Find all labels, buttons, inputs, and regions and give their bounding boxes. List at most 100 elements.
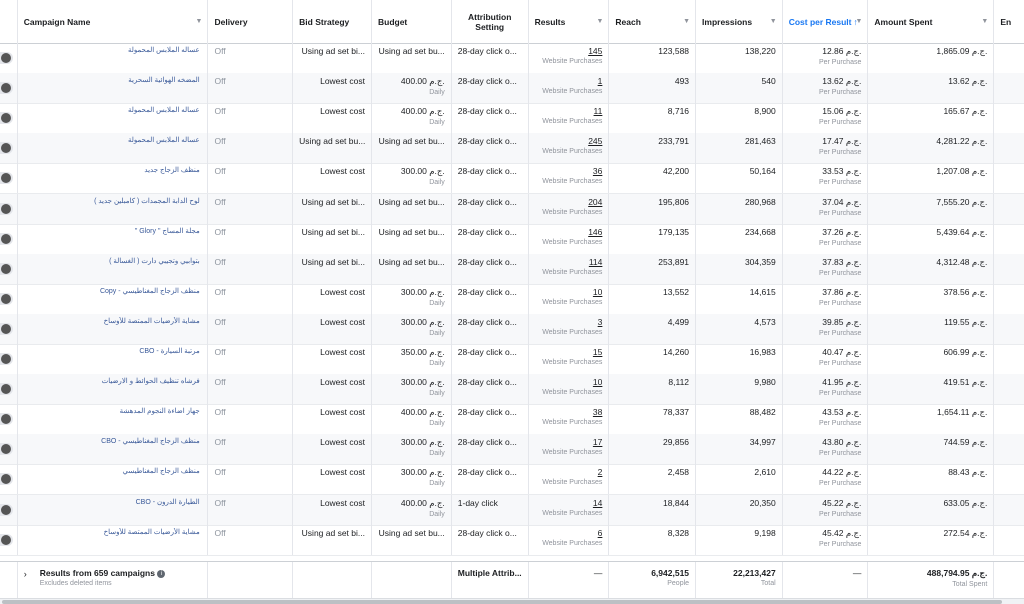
- campaign-name-link[interactable]: بتوابيي وتجيبي دارت ( الغسالة ): [24, 257, 200, 265]
- column-header-extra[interactable]: En: [994, 0, 1024, 43]
- bid-strategy-cell: Using ad set bi...: [293, 43, 372, 73]
- chevron-down-icon[interactable]: ▼: [981, 18, 988, 25]
- cost-per-result-value: 45.42 ج.م.: [822, 527, 862, 538]
- results-value[interactable]: 245: [588, 136, 602, 146]
- results-unit: Website Purchases: [542, 359, 603, 366]
- campaign-toggle[interactable]: [0, 413, 13, 426]
- campaign-name-link[interactable]: عساله الملابس المحمولة: [24, 46, 200, 54]
- column-header-reach[interactable]: Reach ▼: [609, 0, 697, 43]
- campaign-toggle[interactable]: [0, 112, 13, 125]
- column-header-bid-strategy[interactable]: Bid Strategy: [293, 0, 372, 43]
- table-row[interactable]: مشاية الأرضيات الممتصة للأوساخ Off Using a…: [0, 524, 1024, 556]
- campaign-toggle[interactable]: [0, 322, 13, 335]
- table-row[interactable]: منظف الزجاج المغناطيسي - CBO Off Lowest co…: [0, 434, 1024, 466]
- table-row[interactable]: منظف الزجاج المغناطيسي Off Lowest cost 300.…: [0, 464, 1024, 496]
- campaign-name-link[interactable]: الطيارة الدرون - CBO: [24, 498, 200, 506]
- results-value[interactable]: 114: [589, 257, 603, 267]
- chevron-down-icon[interactable]: ▼: [770, 18, 777, 25]
- campaign-toggle[interactable]: [0, 503, 13, 516]
- campaign-name-link[interactable]: مشاية الأرضيات الممتصة للأوساخ: [24, 528, 200, 536]
- table-row[interactable]: عساله الملابس المحمولة Off Using ad set bu…: [0, 133, 1024, 165]
- campaign-toggle[interactable]: [0, 232, 13, 245]
- table-row[interactable]: مجلة المساج " Glory " Off Using ad set bi.…: [0, 223, 1024, 255]
- horizontal-scrollbar[interactable]: [0, 598, 1024, 604]
- column-header-cost-per-result[interactable]: Cost per Result ↑ ▼: [783, 0, 869, 43]
- table-row[interactable]: الطيارة الدرون - CBO Off Lowest cost 400.00…: [0, 494, 1024, 526]
- campaign-toggle[interactable]: [0, 52, 13, 64]
- campaign-toggle[interactable]: [0, 142, 13, 155]
- scrollbar-thumb[interactable]: [2, 600, 1002, 604]
- results-value[interactable]: 6: [598, 528, 603, 538]
- campaign-name-link[interactable]: عساله الملابس المحمولة: [24, 136, 200, 144]
- campaign-toggle[interactable]: [0, 533, 13, 546]
- column-header-campaign-name[interactable]: Campaign Name ▼: [18, 0, 209, 43]
- campaign-toggle[interactable]: [0, 172, 13, 185]
- campaign-toggle[interactable]: [0, 443, 13, 456]
- column-header-results[interactable]: Results ▼: [529, 0, 610, 43]
- chevron-down-icon[interactable]: ▼: [596, 18, 603, 25]
- results-value[interactable]: 2: [598, 467, 603, 477]
- reach-cell: 2,458: [609, 464, 697, 495]
- results-value[interactable]: 10: [593, 377, 602, 387]
- campaign-name-link[interactable]: لوح الدابة المجمدات ( كامبلين جديد ): [24, 197, 200, 205]
- campaign-name-link[interactable]: عساله الملابس المحمولة: [24, 106, 200, 114]
- budget-value: 300.00 ج.م.: [400, 286, 445, 297]
- campaign-name-link[interactable]: منظف الزجاج المغناطيسي: [24, 467, 200, 475]
- campaign-toggle[interactable]: [0, 82, 13, 95]
- campaign-name-link[interactable]: مشاية الأرضيات الممتصة للأوساخ: [24, 317, 200, 325]
- campaign-name-link[interactable]: منظف الزجاج المغناطيسي - Copy: [24, 287, 200, 295]
- campaign-toggle[interactable]: [0, 262, 13, 275]
- campaign-name-link[interactable]: المضخه الهوائية السحرية: [24, 76, 199, 84]
- table-row[interactable]: عساله الملابس المحمولة Off Lowest cost 400.…: [0, 103, 1024, 135]
- table-row[interactable]: منظف الزجاج المغناطيسي - Copy Off Lowest c…: [0, 283, 1024, 315]
- chevron-down-icon[interactable]: ▼: [683, 18, 690, 25]
- results-value[interactable]: 11: [594, 106, 603, 116]
- results-value[interactable]: 15: [593, 347, 602, 357]
- table-row[interactable]: جهاز اضاءة النجوم المدهشة Off Lowest cost 4…: [0, 404, 1024, 436]
- results-cell: 145 Website Purchases: [529, 43, 610, 73]
- table-row[interactable]: فرشاه تنظيف الحوائط و الارضيات Off Lowest …: [0, 374, 1024, 406]
- results-value[interactable]: 145: [588, 46, 602, 56]
- column-header-impressions[interactable]: Impressions ▼: [696, 0, 783, 43]
- table-row[interactable]: بتوابيي وتجيبي دارت ( الغسالة ) Off Using …: [0, 253, 1024, 285]
- results-cell: 15 Website Purchases: [529, 344, 610, 374]
- results-value[interactable]: 38: [593, 407, 602, 417]
- results-value[interactable]: 10: [593, 287, 602, 297]
- table-row[interactable]: منظف الزجاج جديد Off Lowest cost 300.00 ج.م…: [0, 163, 1024, 195]
- campaign-name-link[interactable]: منظف الزجاج المغناطيسي - CBO: [24, 437, 200, 445]
- results-value[interactable]: 17: [593, 437, 602, 447]
- footer-delivery: [208, 562, 294, 598]
- results-value[interactable]: 14: [593, 498, 602, 508]
- campaign-toggle[interactable]: [0, 383, 13, 396]
- cost-per-result-value: 37.26 ج.م.: [822, 226, 862, 237]
- table-row[interactable]: مشاية الأرضيات الممتصة للأوساخ Off Lowest …: [0, 313, 1024, 345]
- footer-summary[interactable]: › Results from 659 campaigns i Excludes …: [18, 562, 209, 598]
- chevron-down-icon[interactable]: ▼: [196, 18, 203, 25]
- cost-per-result-unit: Per Purchase: [818, 390, 862, 398]
- campaign-name-link[interactable]: مرتبة السيارة - CBO: [24, 347, 199, 355]
- campaign-name-link[interactable]: فرشاه تنظيف الحوائط و الارضيات: [24, 377, 200, 385]
- campaign-toggle[interactable]: [0, 353, 13, 365]
- column-header-budget[interactable]: Budget: [372, 0, 452, 43]
- column-header-attribution[interactable]: Attribution Setting: [452, 0, 529, 43]
- chevron-right-icon[interactable]: ›: [24, 569, 27, 579]
- results-value[interactable]: 204: [588, 197, 602, 207]
- column-header-amount-spent[interactable]: Amount Spent ▼: [868, 0, 995, 43]
- column-header-delivery[interactable]: Delivery: [208, 0, 294, 43]
- campaign-toggle[interactable]: [0, 202, 13, 215]
- campaign-name-link[interactable]: مجلة المساج " Glory ": [24, 227, 200, 235]
- campaign-name-link[interactable]: جهاز اضاءة النجوم المدهشة: [24, 407, 200, 415]
- results-value[interactable]: 1: [598, 76, 603, 86]
- info-icon[interactable]: i: [157, 569, 166, 578]
- table-row[interactable]: المضخه الهوائية السحرية Off Lowest cost 400…: [0, 73, 1024, 105]
- chevron-down-icon[interactable]: ▼: [855, 18, 862, 25]
- table-row[interactable]: عساله الملابس المحمولة Off Using ad set bi…: [0, 43, 1024, 74]
- campaign-name-link[interactable]: منظف الزجاج جديد: [24, 166, 199, 174]
- campaign-toggle[interactable]: [0, 292, 13, 305]
- results-value[interactable]: 146: [588, 227, 602, 237]
- campaign-toggle[interactable]: [0, 473, 13, 486]
- results-value[interactable]: 3: [598, 317, 603, 327]
- table-row[interactable]: لوح الدابة المجمدات ( كامبلين جديد ) Off U…: [0, 193, 1024, 225]
- results-value[interactable]: 36: [593, 166, 602, 176]
- table-row[interactable]: مرتبة السيارة - CBO Off Lowest cost 350.00 …: [0, 344, 1024, 375]
